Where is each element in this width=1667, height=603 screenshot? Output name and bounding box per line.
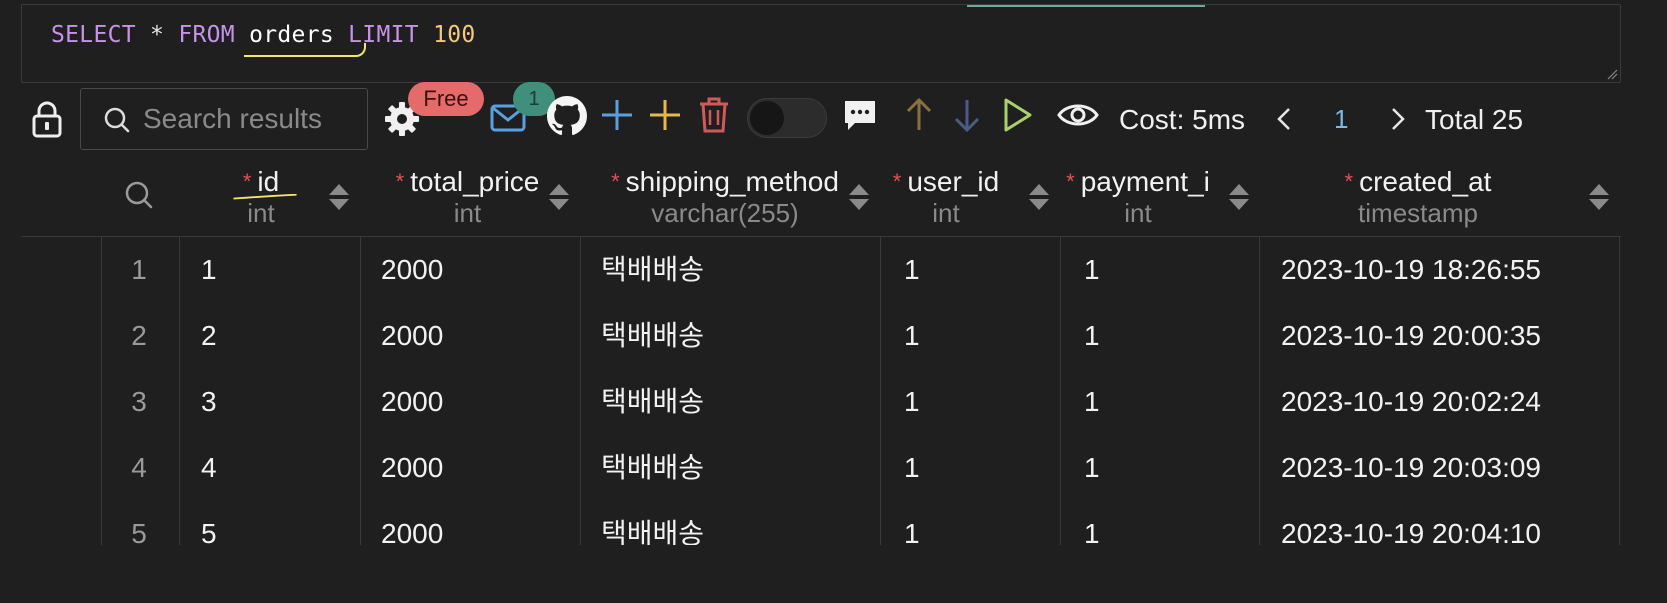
sql-limit-value: 100: [433, 22, 476, 48]
table-row[interactable]: 4 4 2000 택배배송 1 1 2023-10-19 20:03:09: [21, 435, 1621, 501]
add-row-icon[interactable]: [600, 98, 634, 132]
cell-created-at[interactable]: 2023-10-19 18:26:55: [1281, 237, 1541, 303]
cell-total-price[interactable]: 2000: [381, 501, 443, 545]
table-row[interactable]: 2 2 2000 택배배송 1 1 2023-10-19 20:00:35: [21, 303, 1621, 369]
cell-payment-id[interactable]: 1: [1084, 435, 1100, 501]
row-number: 3: [131, 386, 147, 417]
cell-shipping-method[interactable]: 택배배송: [601, 501, 704, 545]
required-marker: *: [892, 169, 902, 194]
cell-id[interactable]: 1: [201, 237, 217, 303]
sql-keyword-select: SELECT: [51, 22, 136, 48]
column-search-icon[interactable]: [124, 180, 154, 210]
cell-user-id[interactable]: 1: [904, 369, 920, 435]
column-header-total-price[interactable]: * total_price int: [360, 160, 575, 236]
add-column-icon[interactable]: [648, 98, 682, 132]
cell-total-price[interactable]: 2000: [381, 369, 443, 435]
cell-payment-id[interactable]: 1: [1084, 501, 1100, 545]
cell-created-at[interactable]: 2023-10-19 20:04:10: [1281, 501, 1541, 545]
play-icon[interactable]: [1002, 96, 1034, 134]
annotation-underline: [244, 43, 366, 57]
sort-icon[interactable]: [1028, 182, 1050, 212]
search-results-box[interactable]: [80, 88, 368, 150]
column-header-created-at[interactable]: * created_at timestamp: [1290, 160, 1546, 236]
table-row[interactable]: 1 1 2000 택배배송 1 1 2023-10-19 18:26:55: [21, 237, 1621, 303]
sort-icon[interactable]: [548, 182, 570, 212]
cell-payment-id[interactable]: 1: [1084, 237, 1100, 303]
page-number[interactable]: 1: [1334, 104, 1348, 135]
cell-user-id[interactable]: 1: [904, 303, 920, 369]
eye-icon[interactable]: [1057, 100, 1099, 130]
cell-id[interactable]: 5: [201, 501, 217, 545]
sort-icon[interactable]: [328, 182, 350, 212]
total-count: Total 25: [1425, 104, 1524, 135]
github-icon[interactable]: [547, 96, 587, 136]
toggle-knob: [750, 101, 784, 135]
result-grid: 1 1 2000 택배배송 1 1 2023-10-19 18:26:55 2 …: [21, 236, 1621, 545]
chevron-right-icon[interactable]: [1390, 106, 1406, 132]
results-toolbar: Free 1: [0, 82, 1667, 160]
sql-star: *: [150, 22, 165, 48]
cell-id[interactable]: 3: [201, 369, 217, 435]
cell-shipping-method[interactable]: 택배배송: [601, 369, 704, 435]
query-cost: Cost: 5ms: [1119, 104, 1246, 135]
table-row[interactable]: 5 5 2000 택배배송 1 1 2023-10-19 20:04:10: [21, 501, 1621, 545]
required-marker: *: [611, 169, 620, 194]
search-input[interactable]: [141, 103, 365, 135]
cell-created-at[interactable]: 2023-10-19 20:02:24: [1281, 369, 1541, 435]
row-number: 2: [131, 320, 147, 351]
cell-user-id[interactable]: 1: [904, 435, 920, 501]
arrow-up-icon[interactable]: [905, 96, 933, 134]
editor-tab-indicator: [967, 5, 1205, 7]
lock-icon[interactable]: [30, 100, 64, 138]
sql-keyword-from: FROM: [178, 22, 235, 48]
cell-payment-id[interactable]: 1: [1084, 303, 1100, 369]
row-number: 4: [131, 452, 147, 483]
column-header-user-id[interactable]: * user_id int: [876, 160, 1016, 236]
cell-shipping-method[interactable]: 택배배송: [601, 237, 704, 303]
cell-total-price[interactable]: 2000: [381, 303, 443, 369]
sort-icon[interactable]: [1588, 182, 1610, 212]
sort-icon[interactable]: [1228, 182, 1250, 212]
annotation-underline: [233, 194, 297, 200]
arrow-down-icon[interactable]: [953, 96, 981, 134]
free-badge[interactable]: Free: [408, 82, 484, 116]
row-number: 1: [131, 254, 147, 285]
required-marker: *: [242, 169, 252, 194]
trash-icon[interactable]: [697, 96, 731, 134]
required-marker: *: [395, 169, 405, 194]
cell-created-at[interactable]: 2023-10-19 20:00:35: [1281, 303, 1541, 369]
row-number: 5: [131, 518, 147, 545]
cell-total-price[interactable]: 2000: [381, 237, 443, 303]
toggle-switch[interactable]: [747, 98, 827, 138]
column-header-payment-id[interactable]: * payment_i int: [1053, 160, 1223, 236]
cell-id[interactable]: 4: [201, 435, 217, 501]
cell-created-at[interactable]: 2023-10-19 20:03:09: [1281, 435, 1541, 501]
required-marker: *: [1066, 169, 1075, 194]
cell-user-id[interactable]: 1: [904, 237, 920, 303]
cell-id[interactable]: 2: [201, 303, 217, 369]
search-icon: [104, 107, 130, 133]
sort-icon[interactable]: [848, 182, 870, 212]
required-marker: *: [1344, 169, 1354, 194]
cell-user-id[interactable]: 1: [904, 501, 920, 545]
column-header-shipping-method[interactable]: * shipping_method varchar(255): [580, 160, 870, 236]
chevron-left-icon[interactable]: [1276, 106, 1292, 132]
cell-total-price[interactable]: 2000: [381, 435, 443, 501]
comment-icon[interactable]: [843, 99, 877, 133]
cell-payment-id[interactable]: 1: [1084, 369, 1100, 435]
sql-editor[interactable]: SELECT * FROM orders LIMIT 100: [21, 4, 1621, 83]
cell-shipping-method[interactable]: 택배배송: [601, 303, 704, 369]
resize-grip-icon[interactable]: [1606, 68, 1618, 80]
cell-shipping-method[interactable]: 택배배송: [601, 435, 704, 501]
table-row[interactable]: 3 3 2000 택배배송 1 1 2023-10-19 20:02:24: [21, 369, 1621, 435]
